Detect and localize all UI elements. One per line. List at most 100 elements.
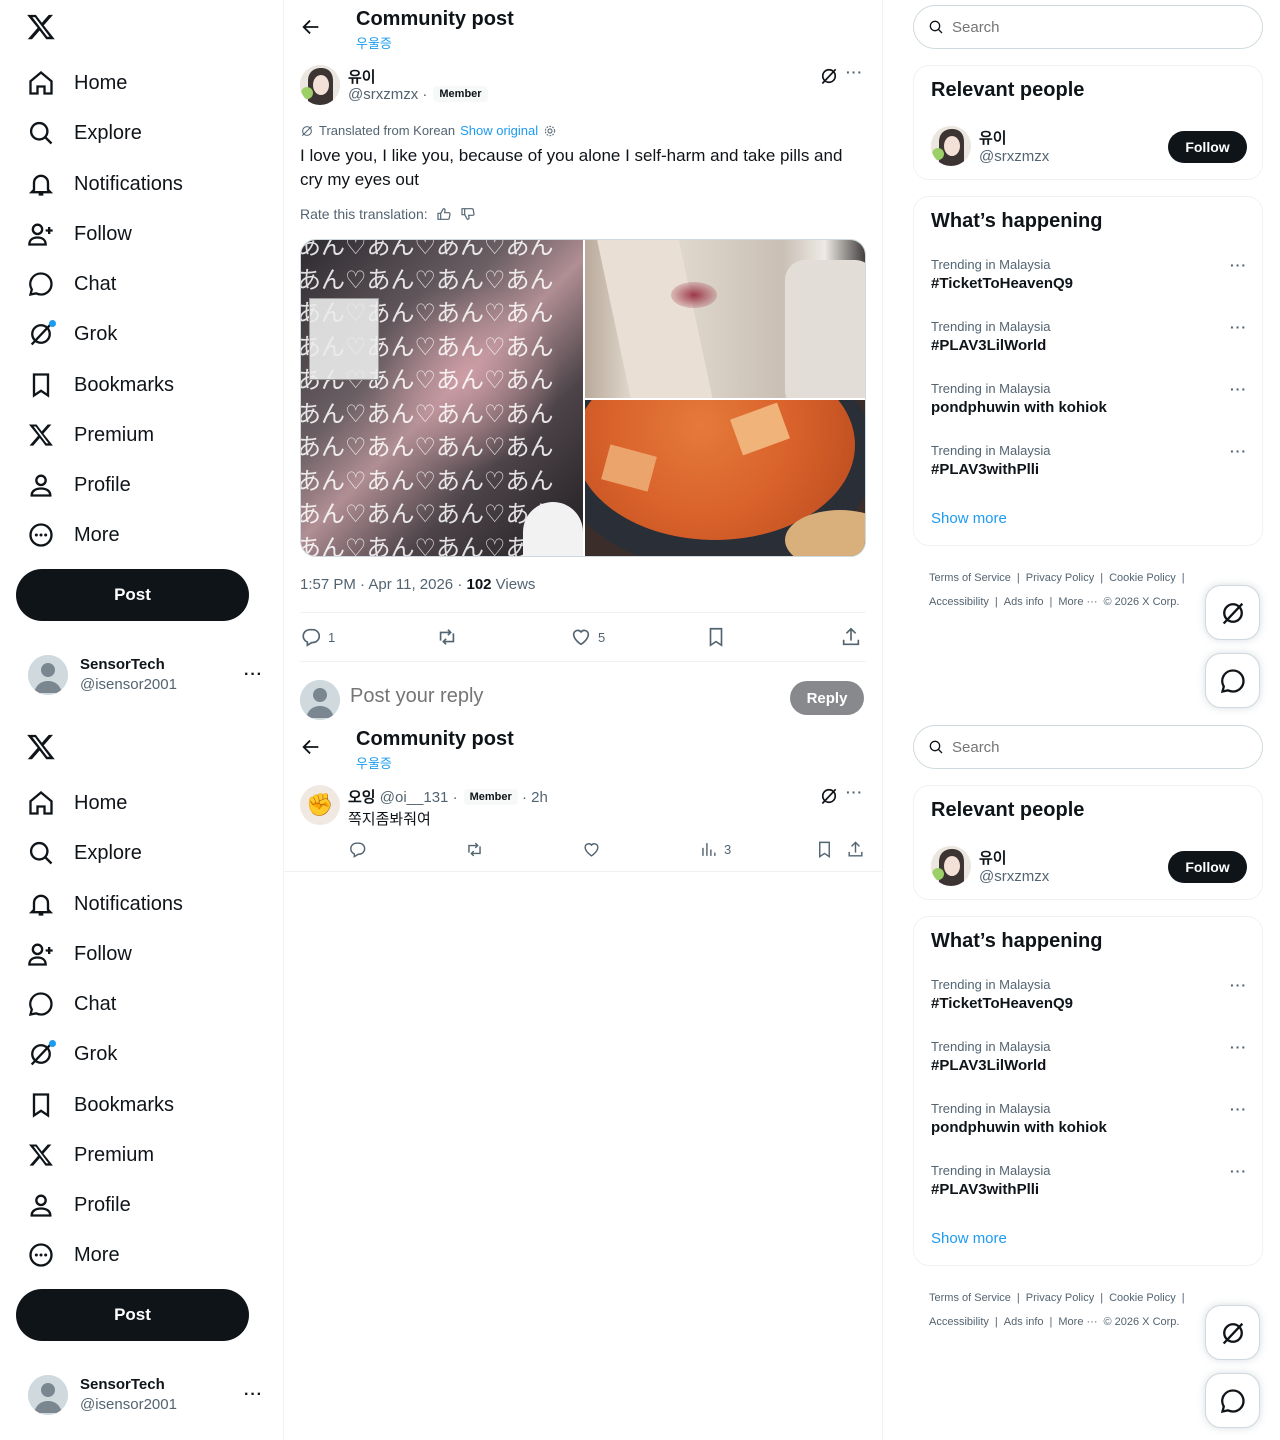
chat-fab[interactable] xyxy=(1205,1373,1260,1428)
ads-info-link[interactable]: Ads info xyxy=(1004,1316,1044,1328)
search-input[interactable] xyxy=(952,18,1232,36)
more-dots-icon[interactable]: ··· xyxy=(1230,977,1247,993)
nav-explore[interactable]: Explore xyxy=(26,833,142,873)
nav-follow[interactable]: Follow xyxy=(26,214,132,254)
show-original-link[interactable]: Show original xyxy=(460,123,538,138)
grok-fab[interactable] xyxy=(1205,585,1260,640)
nav-grok[interactable]: Grok xyxy=(26,314,117,354)
media-photo-arm[interactable] xyxy=(585,240,865,398)
follow-button[interactable]: Follow xyxy=(1168,851,1247,883)
like-button[interactable] xyxy=(582,840,601,859)
search-box[interactable] xyxy=(913,725,1263,769)
community-name[interactable]: 우울증 xyxy=(356,753,392,772)
account-switcher[interactable]: SensorTech @isensor2001 ··· xyxy=(28,1374,268,1418)
nav-more[interactable]: More xyxy=(26,515,120,555)
post-button[interactable]: Post xyxy=(16,1289,249,1341)
nav-chat[interactable]: Chat xyxy=(26,984,116,1024)
media-photo-selfie[interactable]: あん♡あん♡あん♡あん あん♡あん♡あん♡あん あん♡あん♡あん♡あん あん♡あ… xyxy=(301,240,583,556)
search-box[interactable] xyxy=(913,5,1263,49)
nav-premium[interactable]: Premium xyxy=(26,1135,154,1175)
more-dots-icon[interactable]: ··· xyxy=(1230,257,1247,273)
chat-fab[interactable] xyxy=(1205,653,1260,708)
reply-input[interactable] xyxy=(350,685,730,708)
more-dots-icon[interactable]: ··· xyxy=(1230,1163,1247,1179)
nav-bookmarks[interactable]: Bookmarks xyxy=(26,1085,174,1125)
avatar[interactable] xyxy=(931,846,971,886)
comment-time[interactable]: · 2h xyxy=(522,789,548,806)
person-name[interactable]: 유이 xyxy=(979,127,1007,148)
more-dots-icon[interactable]: ··· xyxy=(846,64,863,80)
cookie-link[interactable]: Cookie Policy xyxy=(1109,1292,1176,1304)
nav-grok[interactable]: Grok xyxy=(26,1034,117,1074)
more-dots-icon[interactable]: ··· xyxy=(244,1386,263,1404)
comment-author-name[interactable]: 오잉 xyxy=(348,789,376,806)
trend-item[interactable]: Trending in Malaysia pondphuwin with kohi… xyxy=(931,1101,1247,1149)
follow-button[interactable]: Follow xyxy=(1168,131,1247,163)
thumbs-up-icon[interactable] xyxy=(436,206,452,222)
more-dots-icon[interactable]: ··· xyxy=(1230,381,1247,397)
repost-button[interactable] xyxy=(465,840,484,859)
person-name[interactable]: 유이 xyxy=(979,847,1007,868)
back-arrow-icon[interactable] xyxy=(300,16,322,38)
comment-author-handle[interactable]: @oi__131 xyxy=(380,789,449,806)
share-button[interactable] xyxy=(846,840,865,859)
grok-icon[interactable] xyxy=(819,786,839,806)
show-more-link[interactable]: Show more xyxy=(931,1230,1007,1247)
accessibility-link[interactable]: Accessibility xyxy=(929,596,989,608)
avatar[interactable]: ✊ xyxy=(300,785,340,825)
more-dots-icon[interactable]: ··· xyxy=(1230,1039,1247,1055)
nav-more[interactable]: More xyxy=(26,1235,120,1275)
grok-fab[interactable] xyxy=(1205,1305,1260,1360)
x-logo-icon[interactable] xyxy=(26,732,58,764)
nav-premium[interactable]: Premium xyxy=(26,415,154,455)
trend-item[interactable]: Trending in Malaysia #TicketToHeavenQ9 ··· xyxy=(931,977,1247,1025)
bookmark-button[interactable] xyxy=(815,840,834,859)
reply-button[interactable] xyxy=(348,840,367,859)
post-button[interactable]: Post xyxy=(16,569,249,621)
repost-button[interactable] xyxy=(436,626,458,648)
like-button[interactable]: 5 xyxy=(570,626,605,648)
more-dots-icon[interactable]: ··· xyxy=(244,666,263,684)
post-author-handle[interactable]: @srxzmzx xyxy=(348,86,418,103)
avatar[interactable] xyxy=(931,126,971,166)
reply-submit-button[interactable]: Reply xyxy=(790,681,864,715)
x-logo-icon[interactable] xyxy=(26,12,58,44)
views-button[interactable]: 3 xyxy=(699,840,731,859)
nav-follow[interactable]: Follow xyxy=(26,934,132,974)
show-more-link[interactable]: Show more xyxy=(931,510,1007,527)
account-switcher[interactable]: SensorTech @isensor2001 ··· xyxy=(28,654,268,698)
reply-button[interactable]: 1 xyxy=(300,626,335,648)
more-dots-icon[interactable]: ··· xyxy=(1230,443,1247,459)
back-arrow-icon[interactable] xyxy=(300,736,322,758)
privacy-link[interactable]: Privacy Policy xyxy=(1026,572,1094,584)
cookie-link[interactable]: Cookie Policy xyxy=(1109,572,1176,584)
search-input[interactable] xyxy=(952,738,1232,756)
community-name[interactable]: 우울증 xyxy=(356,33,392,52)
more-dots-icon[interactable]: ··· xyxy=(1230,1101,1247,1117)
more-dots-icon[interactable]: ··· xyxy=(1230,319,1247,335)
nav-notifications[interactable]: Notifications xyxy=(26,164,183,204)
post-author-name[interactable]: 유이 xyxy=(348,66,376,87)
trend-item[interactable]: Trending in Malaysia #PLAV3LilWorld ··· xyxy=(931,319,1247,367)
ads-info-link[interactable]: Ads info xyxy=(1004,596,1044,608)
nav-profile[interactable]: Profile xyxy=(26,1185,131,1225)
grok-icon[interactable] xyxy=(819,66,839,86)
avatar[interactable] xyxy=(300,65,340,105)
nav-home[interactable]: Home xyxy=(26,783,127,823)
trend-item[interactable]: Trending in Malaysia #TicketToHeavenQ9 ··· xyxy=(931,257,1247,305)
nav-home[interactable]: Home xyxy=(26,63,127,103)
terms-link[interactable]: Terms of Service xyxy=(929,1292,1011,1304)
privacy-link[interactable]: Privacy Policy xyxy=(1026,1292,1094,1304)
gear-icon[interactable] xyxy=(543,124,557,138)
more-link[interactable]: More ··· xyxy=(1058,596,1097,608)
trend-item[interactable]: Trending in Malaysia pondphuwin with kohi… xyxy=(931,381,1247,429)
nav-profile[interactable]: Profile xyxy=(26,465,131,505)
nav-explore[interactable]: Explore xyxy=(26,113,142,153)
nav-notifications[interactable]: Notifications xyxy=(26,884,183,924)
share-button[interactable] xyxy=(840,626,862,648)
nav-bookmarks[interactable]: Bookmarks xyxy=(26,365,174,405)
post-time[interactable]: 1:57 PM · Apr 11, 2026 · xyxy=(300,576,466,593)
media-photo-food[interactable] xyxy=(585,400,865,556)
more-dots-icon[interactable]: ··· xyxy=(846,784,863,800)
trend-item[interactable]: Trending in Malaysia #PLAV3withPlli ··· xyxy=(931,443,1247,491)
